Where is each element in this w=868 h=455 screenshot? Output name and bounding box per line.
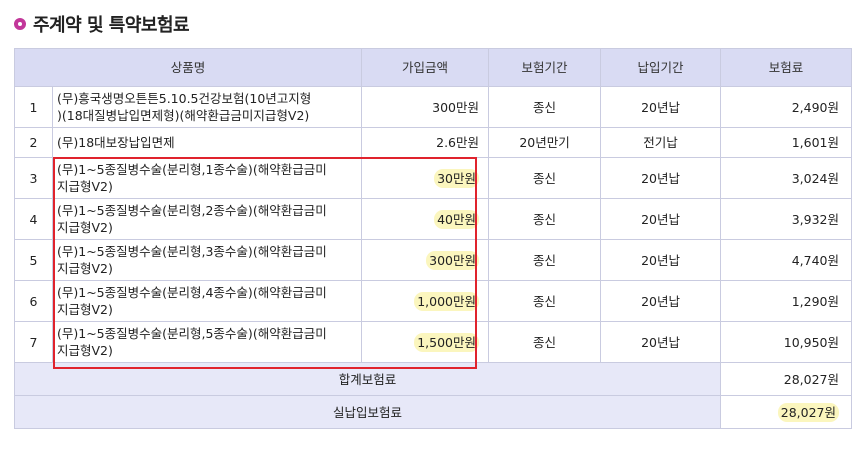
amount-cell: 300만원 — [361, 86, 490, 128]
amount-cell: 40만원 — [361, 198, 490, 240]
actual-label: 실납입보험료 — [13, 395, 722, 429]
product-name-line2: 지급형V2) — [57, 220, 113, 235]
product-name-line1: (무)1~5종질병수술(분리형,2종수술)(해약환급금미 — [57, 203, 327, 218]
product-name-line1: (무)1~5종질병수술(분리형,5종수술)(해약환급금미 — [57, 326, 327, 341]
period-cell: 종신 — [488, 280, 602, 322]
pay-period-cell: 20년납 — [600, 157, 722, 199]
premium-cell: 3,932원 — [720, 198, 853, 240]
table-row: 3 (무)1~5종질병수술(분리형,1종수술)(해약환급금미 지급형V2) 30만원 종… — [14, 157, 853, 199]
amount-cell: 1,500만원 — [361, 321, 490, 363]
premium-cell: 1,601원 — [720, 127, 853, 158]
total-value: 28,027원 — [720, 362, 853, 396]
product-name-line2: 지급형V2) — [57, 179, 113, 194]
amount-value: 1,000만원 — [414, 291, 480, 311]
row-number: 3 — [14, 157, 53, 199]
amount-cell: 2.6만원 — [361, 127, 490, 158]
table-row: 6 (무)1~5종질병수술(분리형,4종수술)(해약환급금미 지급형V2) 1,000… — [14, 280, 853, 322]
amount-value: 2.6만원 — [436, 135, 480, 150]
header-product-name: 상품명 — [13, 48, 363, 87]
period-cell: 종신 — [488, 157, 602, 199]
product-name-line1: (무)18대보장납입면제 — [57, 135, 175, 150]
actual-value: 28,027원 — [777, 402, 840, 422]
row-number: 6 — [14, 280, 53, 322]
row-number: 1 — [14, 86, 53, 128]
table-row: 7 (무)1~5종질병수술(분리형,5종수술)(해약환급금미 지급형V2) 1,500… — [14, 321, 853, 363]
pay-period-cell: 20년납 — [600, 239, 722, 281]
amount-cell: 1,000만원 — [361, 280, 490, 322]
product-name-cell: (무)1~5종질병수술(분리형,2종수술)(해약환급금미지급형V2) — [51, 198, 363, 240]
section-title-text: 주계약 및 특약보험료 — [33, 15, 190, 36]
period-cell: 20년만기 — [488, 127, 602, 158]
row-number: 7 — [14, 321, 53, 363]
header-premium: 보험료 — [720, 48, 853, 87]
pay-period-cell: 20년납 — [600, 321, 722, 363]
amount-cell: 30만원 — [361, 157, 490, 199]
premium-cell: 4,740원 — [720, 239, 853, 281]
amount-value: 300만원 — [426, 250, 480, 270]
product-name-line2: )(18대질병납입면제형)(해약환급금미지급형V2) — [57, 108, 310, 123]
table-row: 2 (무)18대보장납입면제 2.6만원 20년만기 전기납 1,601원 — [14, 127, 853, 158]
table-row: 5 (무)1~5종질병수술(분리형,3종수술)(해약환급금미 지급형V2) 300만원… — [14, 239, 853, 281]
product-name-cell: (무)흥국생명오튼튼5.10.5건강보험(10년고지형 )(18대질병납입면제형)… — [51, 86, 363, 128]
period-cell: 종신 — [488, 239, 602, 281]
product-name-line1: (무)1~5종질병수술(분리형,3종수술)(해약환급금미 — [57, 244, 327, 259]
period-cell: 종신 — [488, 321, 602, 363]
premium-cell: 3,024원 — [720, 157, 853, 199]
table-row: 4 (무)1~5종질병수술(분리형,2종수술)(해약환급금미 지급형V2) 40만원 종… — [14, 198, 853, 240]
header-period: 보험기간 — [488, 48, 602, 87]
row-number: 5 — [14, 239, 53, 281]
actual-row: 실납입보험료 28,027원 — [13, 395, 853, 429]
pay-period-cell: 20년납 — [600, 198, 722, 240]
period-cell: 종신 — [488, 198, 602, 240]
pay-period-cell: 20년납 — [600, 280, 722, 322]
amount-value: 1,500만원 — [414, 332, 480, 352]
amount-cell: 300만원 — [361, 239, 490, 281]
product-name-cell: (무)1~5종질병수술(분리형,1종수술)(해약환급금미지급형V2) — [51, 157, 363, 199]
section-title: 주계약 및 특약보험료 — [14, 12, 190, 36]
pay-period-cell: 전기납 — [600, 127, 722, 158]
product-name-cell: (무)18대보장납입면제 — [51, 127, 363, 158]
row-number: 4 — [14, 198, 53, 240]
premium-table: 상품명 가입금액 보험기간 납입기간 보험료 1 (무)흥국생명오튼튼5.10.5… — [13, 48, 853, 429]
circle-bullet-icon — [14, 18, 26, 30]
product-name-line1: (무)1~5종질병수술(분리형,4종수술)(해약환급금미 — [57, 285, 327, 300]
product-name-line2: 지급형V2) — [57, 261, 113, 276]
amount-value: 40만원 — [434, 209, 480, 229]
period-cell: 종신 — [488, 86, 602, 128]
product-name-line2: 지급형V2) — [57, 343, 113, 358]
header-amount: 가입금액 — [361, 48, 490, 87]
premium-cell: 10,950원 — [720, 321, 853, 363]
premium-cell: 2,490원 — [720, 86, 853, 128]
product-name-line1: (무)흥국생명오튼튼5.10.5건강보험(10년고지형 — [57, 91, 312, 106]
table-row: 1 (무)흥국생명오튼튼5.10.5건강보험(10년고지형 )(18대질병납입면제형… — [14, 86, 853, 128]
total-row: 합계보험료 28,027원 — [13, 362, 853, 396]
amount-value: 300만원 — [432, 99, 480, 115]
premium-cell: 1,290원 — [720, 280, 853, 322]
actual-value-cell: 28,027원 — [720, 395, 853, 429]
product-name-line1: (무)1~5종질병수술(분리형,1종수술)(해약환급금미 — [57, 162, 327, 177]
pay-period-cell: 20년납 — [600, 86, 722, 128]
product-name-cell: (무)1~5종질병수술(분리형,5종수술)(해약환급금미지급형V2) — [51, 321, 363, 363]
product-name-cell: (무)1~5종질병수술(분리형,3종수술)(해약환급금미지급형V2) — [51, 239, 363, 281]
row-number: 2 — [14, 127, 53, 158]
total-label: 합계보험료 — [13, 362, 722, 396]
header-pay-period: 납입기간 — [600, 48, 722, 87]
table-header-row: 상품명 가입금액 보험기간 납입기간 보험료 — [13, 48, 853, 87]
product-name-line2: 지급형V2) — [57, 302, 113, 317]
amount-value: 30만원 — [434, 168, 480, 188]
product-name-cell: (무)1~5종질병수술(분리형,4종수술)(해약환급금미지급형V2) — [51, 280, 363, 322]
